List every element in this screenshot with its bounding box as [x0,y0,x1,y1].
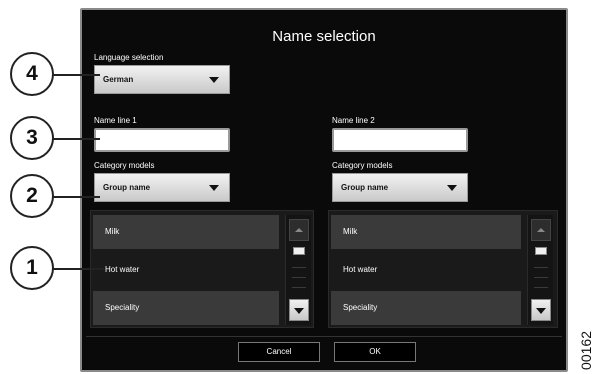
chevron-down-icon [209,77,219,83]
scroll-track-line [534,277,548,278]
figure-code: 00162 [578,331,594,370]
scroll-down-icon [536,308,546,314]
callout-3: 3 [10,116,54,160]
scroll-thumb[interactable] [293,247,305,255]
scrollbar-left[interactable] [285,215,311,325]
category-dropdown-left[interactable]: Group name [94,173,230,202]
dialog-title: Name selection [272,28,376,45]
callout-leader-4 [50,74,100,76]
category-list-left: Milk Hot water Speciality [90,210,314,328]
callout-2: 2 [10,174,54,218]
category-list-right: Milk Hot water Speciality [328,210,558,328]
name-line-2-label: Name line 2 [332,116,375,125]
footer-divider [86,336,562,337]
language-dropdown[interactable]: German [94,65,230,94]
scroll-track-line [292,267,306,268]
scroll-track-line [534,287,548,288]
scroll-up-icon [295,228,303,232]
list-item[interactable]: Milk [331,215,521,249]
list-item[interactable]: Hot water [331,253,521,287]
chevron-down-icon [447,185,457,191]
name-line-2-input[interactable] [332,128,468,152]
list-item[interactable]: Hot water [93,253,279,287]
list-item[interactable]: Speciality [331,291,521,325]
cancel-button[interactable]: Cancel [238,342,320,362]
callout-leader-3 [50,138,100,140]
category-label-left: Category models [94,161,155,170]
category-value-left: Group name [103,183,151,192]
callout-leader-2 [50,196,100,198]
language-label: Language selection [94,53,164,62]
scroll-up-icon [537,228,545,232]
scroll-up-button[interactable] [289,219,309,241]
category-value-right: Group name [341,183,389,192]
ok-button[interactable]: OK [334,342,416,362]
callout-4: 4 [10,52,54,96]
category-label-right: Category models [332,161,393,170]
name-line-1-input[interactable] [94,128,230,152]
scroll-track-line [534,267,548,268]
chevron-down-icon [209,185,219,191]
name-selection-dialog: Name selection Language selection German… [80,8,568,372]
scrollbar-right[interactable] [527,215,553,325]
scroll-down-icon [294,308,304,314]
scroll-thumb[interactable] [535,247,547,255]
scroll-down-button[interactable] [531,299,551,321]
scroll-track-line [292,287,306,288]
language-value: German [103,75,134,84]
callout-1: 1 [10,246,54,290]
scroll-track-line [292,277,306,278]
scroll-up-button[interactable] [531,219,551,241]
category-dropdown-right[interactable]: Group name [332,173,468,202]
name-line-1-label: Name line 1 [94,116,137,125]
callout-leader-1 [50,268,104,270]
list-item[interactable]: Milk [93,215,279,249]
list-item[interactable]: Speciality [93,291,279,325]
scroll-down-button[interactable] [289,299,309,321]
